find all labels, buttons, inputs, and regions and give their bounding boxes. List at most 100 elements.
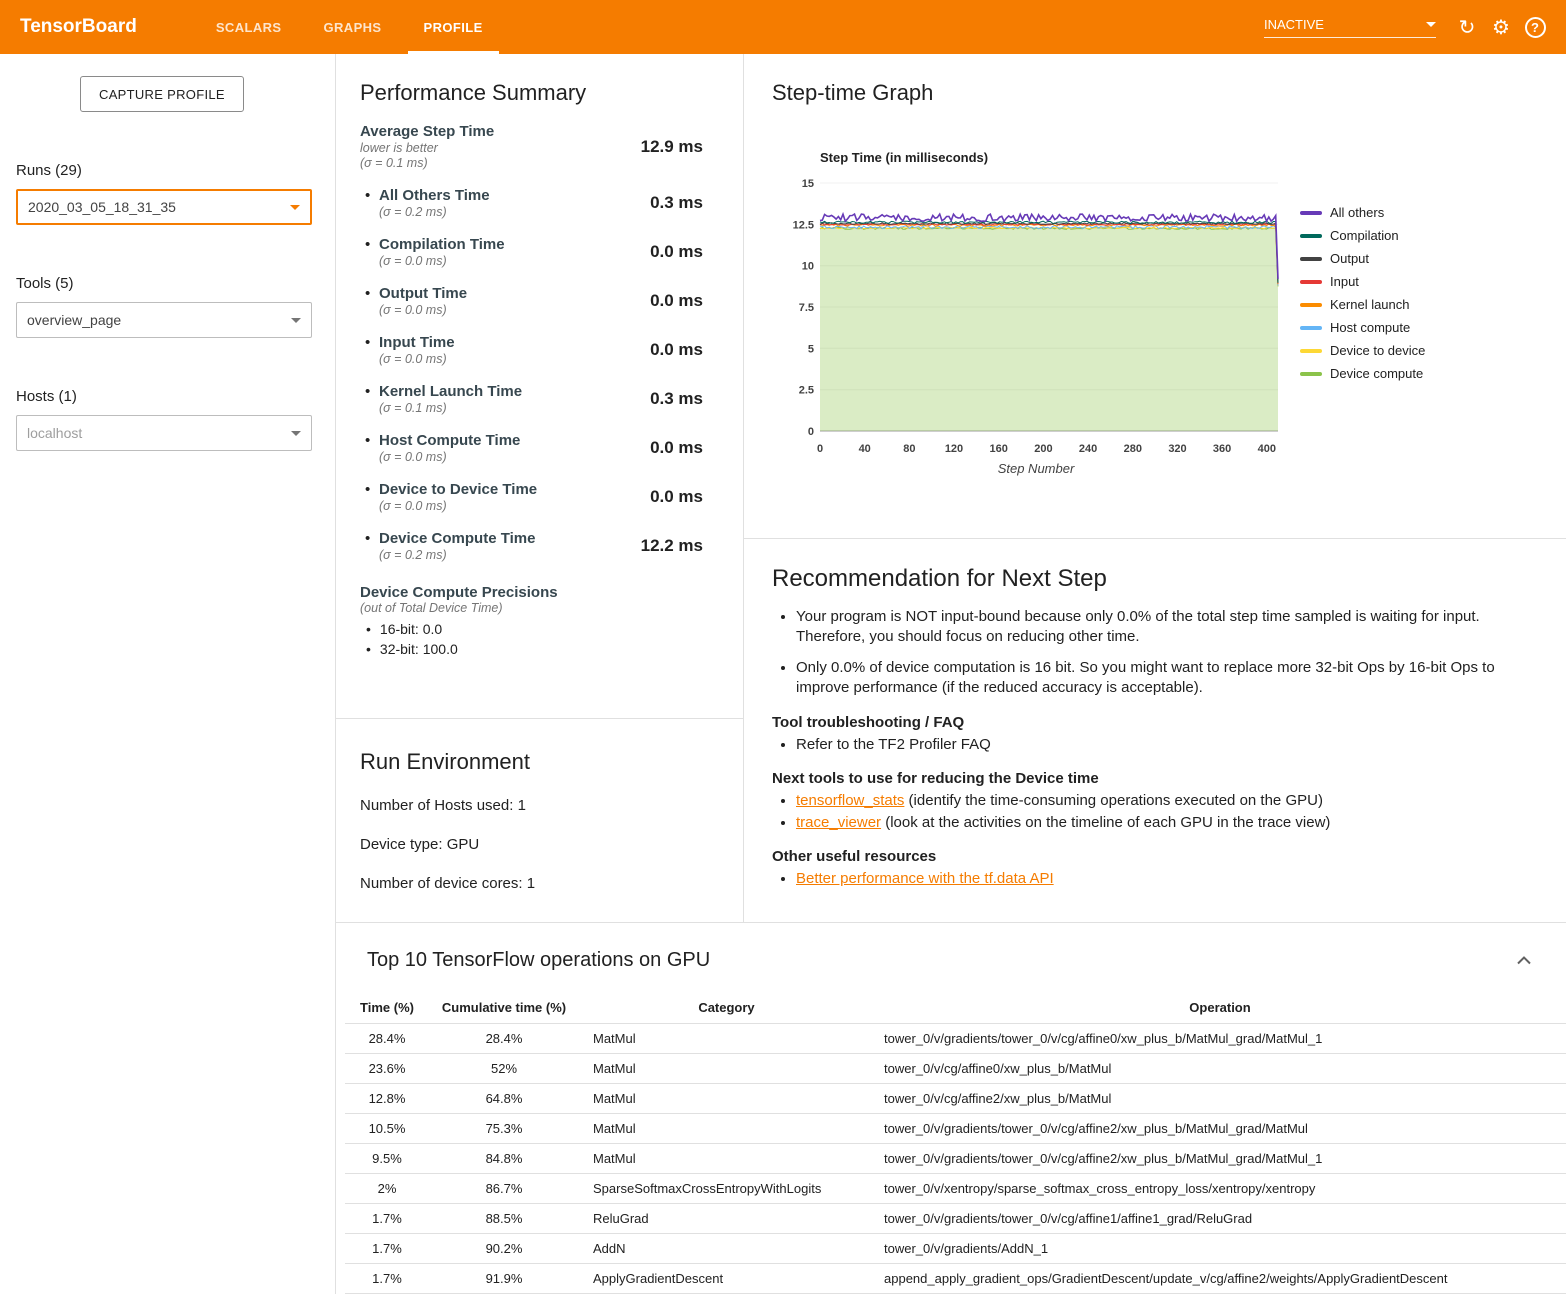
chevron-down-icon	[291, 431, 301, 436]
list-item: Your program is NOT input-bound because …	[796, 607, 1526, 646]
settings-gear-icon[interactable]: ⚙	[1484, 10, 1518, 44]
legend-swatch-icon	[1300, 349, 1322, 353]
ops-time-cell: 12.8%	[345, 1084, 429, 1114]
ops-category-cell: MatMul	[579, 1114, 874, 1144]
ops-col-operation: Operation	[874, 992, 1566, 1024]
svg-text:0: 0	[817, 443, 823, 455]
legend-label: Output	[1330, 251, 1369, 266]
perf-metric-label: Output Time	[379, 285, 467, 302]
top-ops-card: Top 10 TensorFlow operations on GPU Time…	[336, 922, 1566, 1294]
perf-metric-label: Compilation Time	[379, 236, 505, 253]
sidebar: CAPTURE PROFILE Runs (29) 2020_03_05_18_…	[0, 54, 335, 1294]
legend-item[interactable]: Input	[1300, 274, 1425, 289]
legend-item[interactable]: Device compute	[1300, 366, 1425, 381]
ops-category-cell: AddN	[579, 1234, 874, 1264]
tools-dropdown[interactable]: overview_page	[16, 302, 312, 338]
run-env-line: Number of device cores: 1	[360, 875, 719, 892]
perf-metric-info: Device to Device Time (σ = 0.0 ms)	[360, 481, 537, 513]
svg-text:360: 360	[1213, 443, 1231, 455]
collapse-section-icon[interactable]	[1512, 949, 1536, 972]
chart-area: 02.557.51012.515040801201602002402803203…	[786, 171, 1538, 476]
ops-table-row: 10.5% 75.3% MatMul tower_0/v/gradients/t…	[345, 1114, 1566, 1144]
ops-operation-cell: tower_0/v/gradients/tower_0/v/cg/affine1…	[874, 1204, 1566, 1234]
recommendation-link[interactable]: Better performance with the tf.data API	[796, 870, 1054, 887]
hosts-dropdown[interactable]: localhost	[16, 415, 312, 451]
perf-metric-value: 12.9 ms	[641, 137, 703, 157]
ops-col-category: Category	[579, 992, 874, 1024]
perf-metric-label: Input Time	[379, 334, 455, 351]
capture-profile-button[interactable]: CAPTURE PROFILE	[80, 76, 244, 112]
recommendation-heading: Tool troubleshooting / FAQ	[772, 714, 1526, 731]
header-tab[interactable]: GRAPHS	[307, 0, 397, 54]
ops-time-cell: 2%	[345, 1174, 429, 1204]
svg-text:10: 10	[802, 261, 814, 273]
ops-category-cell: ReluGrad	[579, 1204, 874, 1234]
ops-cumulative-cell: 86.7%	[429, 1174, 579, 1204]
perf-metric-label: Kernel Launch Time	[379, 383, 522, 400]
top-ops-title: Top 10 TensorFlow operations on GPU	[367, 949, 710, 972]
perf-metric: Device Compute Time (σ = 0.2 ms) 12.2 ms	[360, 530, 703, 562]
perf-metric-sigma: (σ = 0.0 ms)	[379, 499, 537, 513]
perf-metric: All Others Time (σ = 0.2 ms) 0.3 ms	[360, 187, 703, 219]
header-tabs: SCALARS GRAPHS PROFILE	[195, 0, 504, 54]
ops-operation-cell: tower_0/v/cg/affine0/xw_plus_b/MatMul	[874, 1054, 1566, 1084]
precisions-subtext: (out of Total Device Time)	[360, 601, 703, 615]
header-tab[interactable]: PROFILE	[408, 0, 499, 54]
legend-item[interactable]: Kernel launch	[1300, 297, 1425, 312]
hosts-dropdown-value: localhost	[27, 425, 82, 441]
perf-metric-sigma: (σ = 0.2 ms)	[379, 205, 490, 219]
run-environment-title: Run Environment	[360, 749, 719, 775]
legend-item[interactable]: Output	[1300, 251, 1425, 266]
ops-operation-cell: tower_0/v/gradients/tower_0/v/cg/affine2…	[874, 1114, 1566, 1144]
ops-operation-cell: append_apply_gradient_ops/GradientDescen…	[874, 1264, 1566, 1294]
ops-operation-cell: tower_0/v/gradients/tower_0/v/cg/affine0…	[874, 1024, 1566, 1054]
perf-metric-info: Kernel Launch Time (σ = 0.1 ms)	[360, 383, 522, 415]
ops-category-cell: MatMul	[579, 1024, 874, 1054]
svg-text:400: 400	[1258, 443, 1276, 455]
header-tab-label: GRAPHS	[323, 20, 381, 35]
ops-table-row: 2% 86.7% SparseSoftmaxCrossEntropyWithLo…	[345, 1174, 1566, 1204]
recommendation-item: Refer to the TF2 Profiler FAQ	[796, 736, 1526, 753]
legend-swatch-icon	[1300, 303, 1322, 307]
perf-metric-value: 0.3 ms	[650, 193, 703, 213]
legend-item[interactable]: Compilation	[1300, 228, 1425, 243]
main-content: Performance Summary Average Step Time lo…	[335, 54, 1566, 1294]
svg-text:80: 80	[903, 443, 915, 455]
svg-text:12.5: 12.5	[793, 219, 814, 231]
status-dropdown[interactable]: INACTIVE	[1264, 17, 1436, 38]
performance-metrics: Average Step Time lower is better (σ = 0…	[360, 123, 703, 562]
header-tab[interactable]: SCALARS	[200, 0, 298, 54]
legend-item[interactable]: All others	[1300, 205, 1425, 220]
ops-operation-cell: tower_0/v/cg/affine2/xw_plus_b/MatMul	[874, 1084, 1566, 1114]
recommendation-link[interactable]: tensorflow_stats	[796, 792, 904, 809]
perf-metric: Host Compute Time (σ = 0.0 ms) 0.0 ms	[360, 432, 703, 464]
ops-operation-cell: tower_0/v/gradients/tower_0/v/cg/affine2…	[874, 1144, 1566, 1174]
refresh-icon[interactable]: ↻	[1450, 10, 1484, 44]
legend-item[interactable]: Host compute	[1300, 320, 1425, 335]
recommendation-list: Better performance with the tf.data API	[796, 870, 1526, 887]
perf-metric: Kernel Launch Time (σ = 0.1 ms) 0.3 ms	[360, 383, 703, 415]
svg-text:40: 40	[859, 443, 871, 455]
recommendation-item: tensorflow_stats (identify the time-cons…	[796, 792, 1526, 809]
svg-text:280: 280	[1124, 443, 1142, 455]
runs-dropdown[interactable]: 2020_03_05_18_31_35	[16, 189, 312, 225]
top-ops-table: Time (%) Cumulative time (%) Category Op…	[345, 992, 1566, 1294]
ops-category-cell: MatMul	[579, 1144, 874, 1174]
recommendation-link[interactable]: trace_viewer	[796, 814, 881, 831]
ops-category-cell: ApplyGradientDescent	[579, 1264, 874, 1294]
ops-table-row: 23.6% 52% MatMul tower_0/v/cg/affine0/xw…	[345, 1054, 1566, 1084]
perf-metric: Input Time (σ = 0.0 ms) 0.0 ms	[360, 334, 703, 366]
legend-label: Input	[1330, 274, 1359, 289]
ops-time-cell: 1.7%	[345, 1234, 429, 1264]
recommendation-title: Recommendation for Next Step	[772, 565, 1526, 593]
perf-metric-label: Host Compute Time	[379, 432, 520, 449]
run-env-line: Number of Hosts used: 1	[360, 797, 719, 814]
legend-item[interactable]: Device to device	[1300, 343, 1425, 358]
help-icon[interactable]: ?	[1518, 10, 1552, 44]
hosts-label: Hosts (1)	[16, 388, 335, 405]
perf-metric-sigma: (σ = 0.1 ms)	[379, 401, 522, 415]
ops-table-row: 1.7% 90.2% AddN tower_0/v/gradients/AddN…	[345, 1234, 1566, 1264]
ops-cumulative-cell: 64.8%	[429, 1084, 579, 1114]
legend-swatch-icon	[1300, 234, 1322, 238]
perf-metric-info: Device Compute Time (σ = 0.2 ms)	[360, 530, 535, 562]
